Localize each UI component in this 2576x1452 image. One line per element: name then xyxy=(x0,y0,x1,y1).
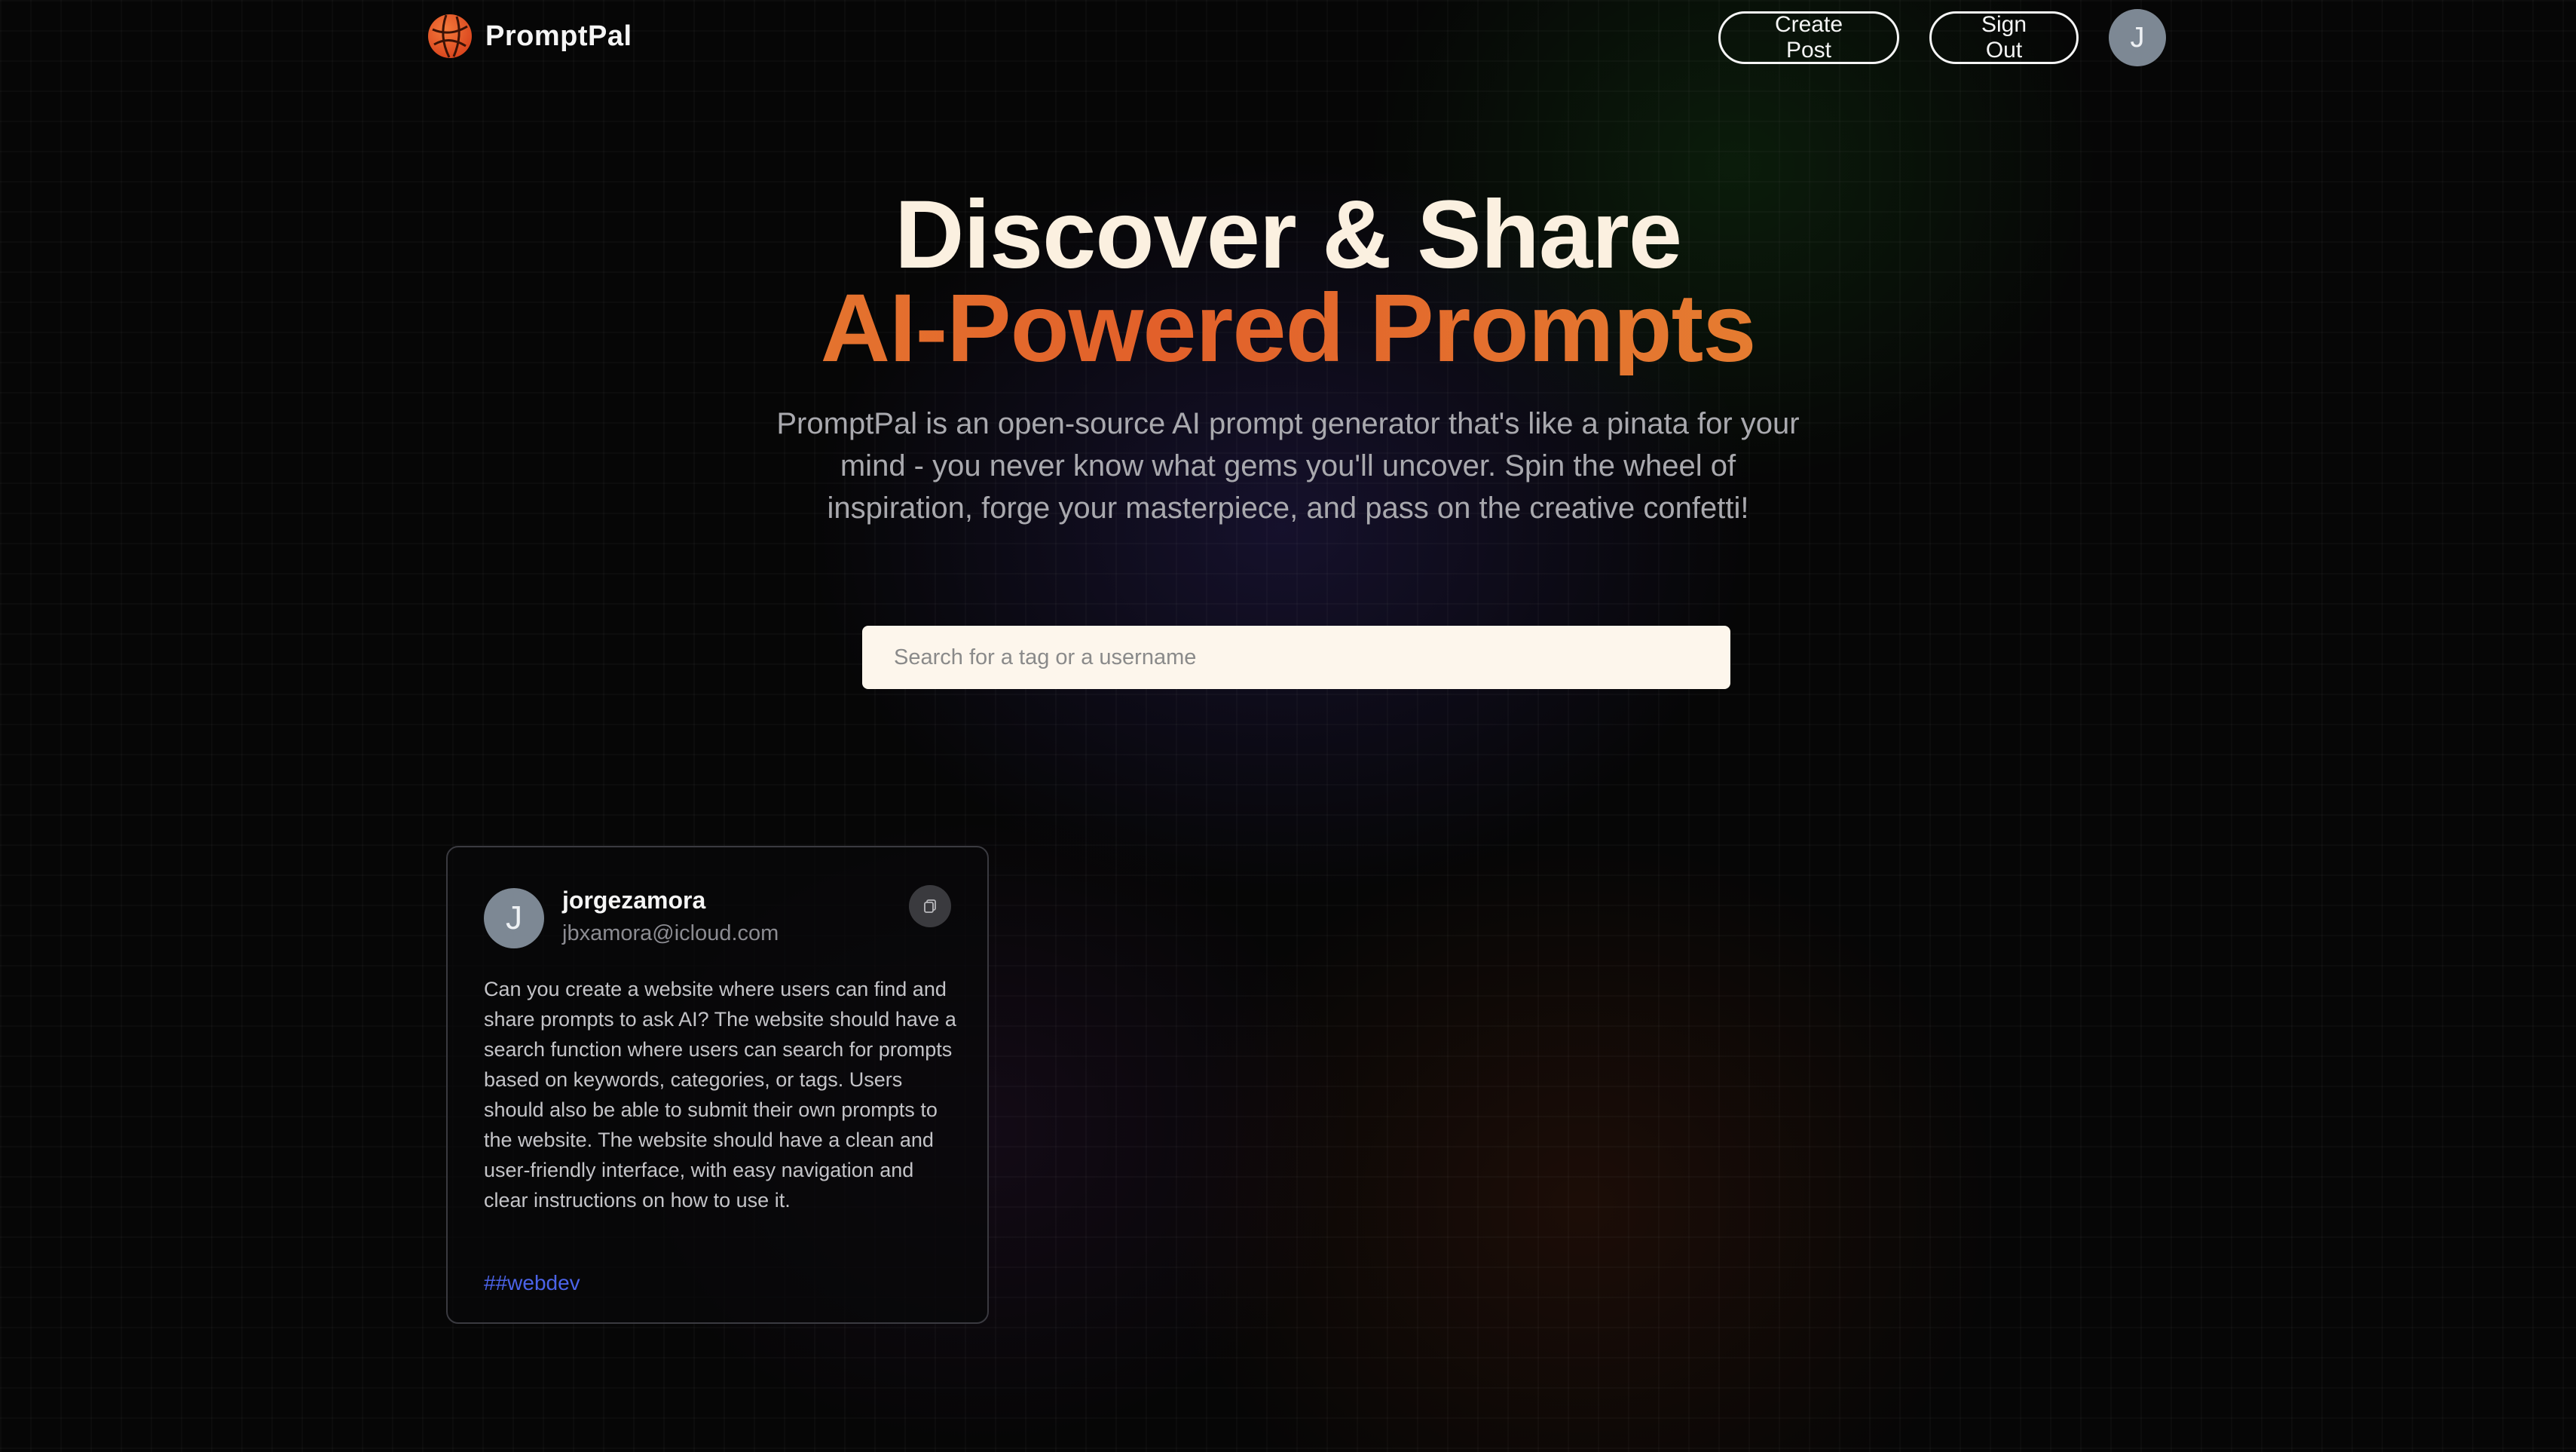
hero-description: PromptPal is an open-source AI prompt ge… xyxy=(776,407,1800,525)
search-form xyxy=(862,626,1730,689)
create-post-button[interactable]: Create Post xyxy=(1718,11,1899,64)
page: PromptPal Create Post Sign Out J Discove… xyxy=(0,0,2576,1452)
copy-icon xyxy=(924,899,936,913)
author-email: jbxamora@icloud.com xyxy=(562,921,779,945)
hero-section: Discover & Share AI-Powered Prompts Prom… xyxy=(0,181,2576,529)
hero-title-line-1: Discover & Share xyxy=(894,181,1682,289)
search-input[interactable] xyxy=(862,626,1730,689)
navbar: PromptPal Create Post Sign Out J xyxy=(427,0,2166,72)
copy-button[interactable] xyxy=(909,885,951,927)
prompt-text: Can you create a website where users can… xyxy=(484,978,956,1212)
hero-title-line-2: AI-Powered Prompts xyxy=(0,280,2576,377)
profile-avatar[interactable]: J xyxy=(2109,9,2166,66)
nav-actions: Create Post Sign Out J xyxy=(1718,9,2166,66)
prompt-tag[interactable]: ##webdev xyxy=(484,1271,580,1295)
sign-out-button[interactable]: Sign Out xyxy=(1929,11,2079,64)
prompt-card: J jorgezamora jbxamora@icloud.com Can yo… xyxy=(446,846,989,1324)
brand-link[interactable]: PromptPal xyxy=(427,12,632,60)
author-username[interactable]: jorgezamora xyxy=(562,887,705,914)
globe-logo-icon xyxy=(428,14,472,58)
brand-name: PromptPal xyxy=(485,20,632,52)
author-avatar[interactable]: J xyxy=(484,888,544,948)
